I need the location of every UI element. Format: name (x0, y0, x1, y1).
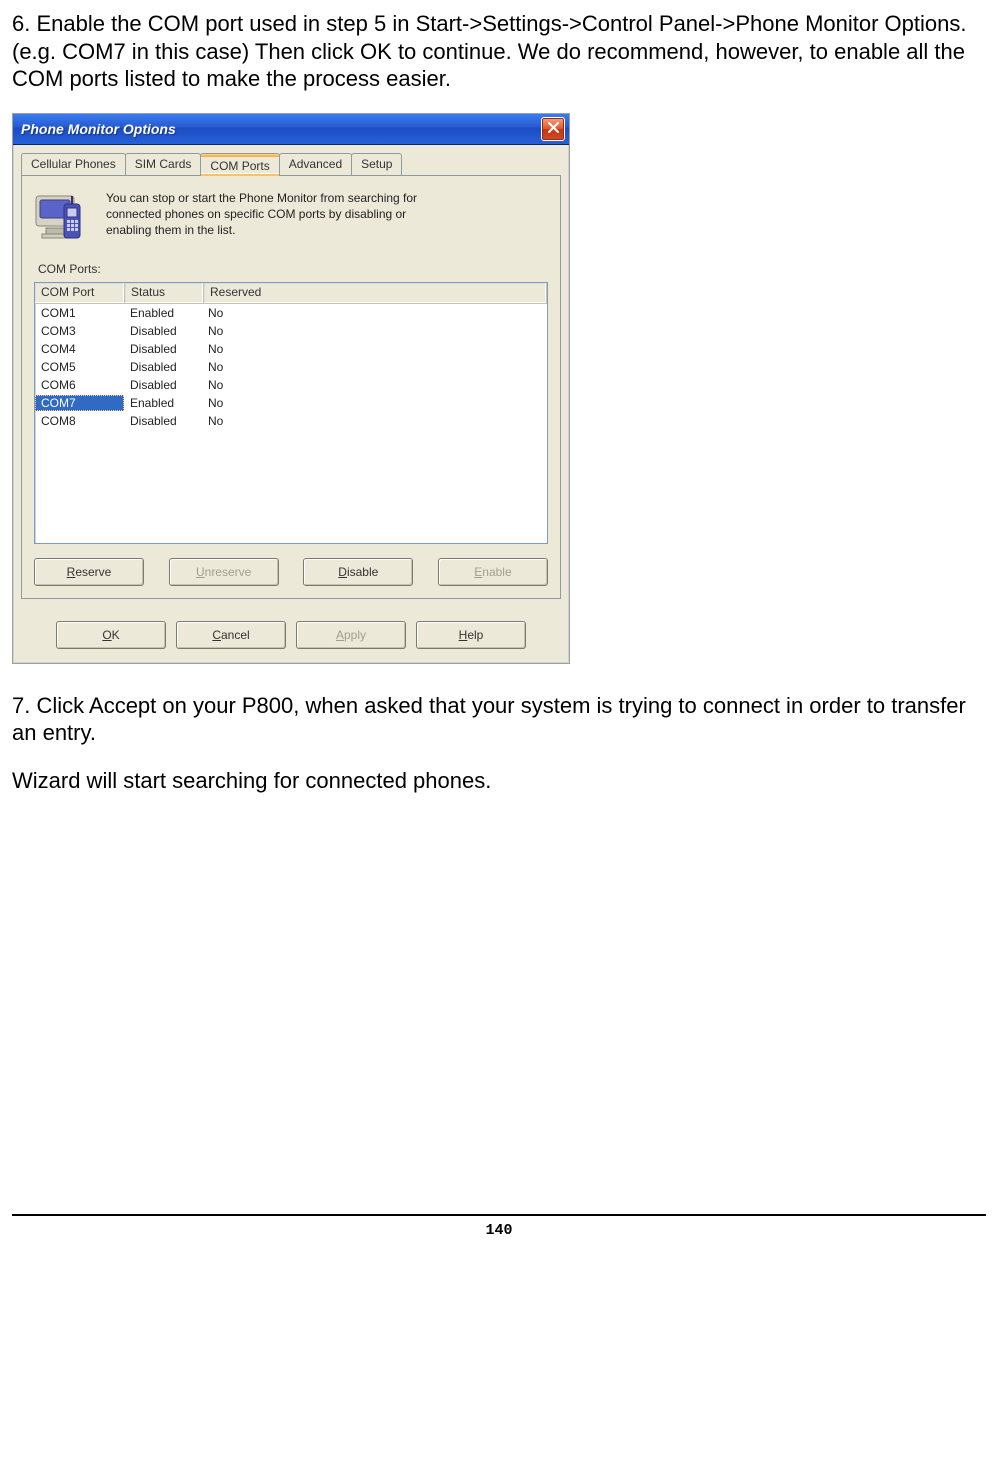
dialog-title: Phone Monitor Options (21, 121, 176, 137)
tab-sim-cards[interactable]: SIM Cards (125, 153, 202, 175)
table-row[interactable]: COM3DisabledNo (35, 322, 547, 340)
cell-port: COM3 (35, 324, 124, 338)
cell-status: Enabled (124, 306, 202, 320)
cell-status: Disabled (124, 378, 202, 392)
dialog-titlebar: Phone Monitor Options (13, 114, 569, 145)
dialog-bottom-buttons: OK Cancel Apply Help (13, 607, 569, 663)
cell-reserved: No (202, 306, 547, 320)
ok-button[interactable]: OK (56, 621, 166, 649)
column-header-status[interactable]: Status (125, 283, 204, 303)
cancel-button[interactable]: Cancel (176, 621, 286, 649)
paragraph-step-7: 7. Click Accept on your P800, when asked… (12, 692, 986, 747)
table-row[interactable]: COM8DisabledNo (35, 412, 547, 430)
cell-reserved: No (202, 396, 547, 410)
table-row[interactable]: COM1EnabledNo (35, 304, 547, 322)
cell-status: Disabled (124, 342, 202, 356)
unreserve-button: Unreserve (169, 558, 279, 586)
com-ports-listview[interactable]: COM Port Status Reserved COM1EnabledNoCO… (34, 282, 548, 544)
cell-status: Disabled (124, 360, 202, 374)
cell-reserved: No (202, 378, 547, 392)
cell-port: COM7 (35, 395, 124, 411)
cell-reserved: No (202, 414, 547, 428)
com-ports-tabpanel: You can stop or start the Phone Monitor … (21, 175, 561, 599)
listview-body: COM1EnabledNoCOM3DisabledNoCOM4DisabledN… (35, 304, 547, 430)
tab-advanced[interactable]: Advanced (279, 153, 352, 175)
cell-status: Enabled (124, 396, 202, 410)
table-row[interactable]: COM4DisabledNo (35, 340, 547, 358)
dialog-tabs: Cellular PhonesSIM CardsCOM PortsAdvance… (13, 145, 569, 175)
cell-port: COM5 (35, 360, 124, 374)
cell-port: COM4 (35, 342, 124, 356)
column-header-reserved[interactable]: Reserved (204, 283, 547, 303)
paragraph-step-6: 6. Enable the COM port used in step 5 in… (12, 10, 986, 93)
port-action-buttons: Reserve Unreserve Disable Enable (34, 558, 548, 586)
tab-intro-text: You can stop or start the Phone Monitor … (106, 190, 436, 239)
tab-com-ports[interactable]: COM Ports (200, 153, 279, 176)
paragraph-wizard: Wizard will start searching for connecte… (12, 767, 986, 795)
cell-port: COM1 (35, 306, 124, 320)
cell-port: COM6 (35, 378, 124, 392)
cell-status: Disabled (124, 414, 202, 428)
page-number: 140 (12, 1222, 986, 1239)
listview-header[interactable]: COM Port Status Reserved (35, 283, 547, 304)
close-button[interactable] (541, 117, 565, 141)
column-header-comport[interactable]: COM Port (35, 283, 125, 303)
com-ports-label: COM Ports: (38, 262, 548, 276)
tab-setup[interactable]: Setup (351, 153, 402, 175)
table-row[interactable]: COM7EnabledNo (35, 394, 547, 412)
reserve-button[interactable]: Reserve (34, 558, 144, 586)
table-row[interactable]: COM5DisabledNo (35, 358, 547, 376)
cell-status: Disabled (124, 324, 202, 338)
phone-monitor-icon (34, 190, 90, 244)
cell-reserved: No (202, 342, 547, 356)
apply-button: Apply (296, 621, 406, 649)
phone-monitor-options-dialog: Phone Monitor Options Cellular PhonesSIM… (12, 113, 570, 664)
disable-button[interactable]: Disable (303, 558, 413, 586)
close-icon (548, 122, 559, 136)
table-row[interactable]: COM6DisabledNo (35, 376, 547, 394)
footer-rule (12, 1214, 986, 1216)
tab-cellular-phones[interactable]: Cellular Phones (21, 153, 126, 175)
cell-reserved: No (202, 324, 547, 338)
enable-button: Enable (438, 558, 548, 586)
cell-port: COM8 (35, 414, 124, 428)
cell-reserved: No (202, 360, 547, 374)
help-button[interactable]: Help (416, 621, 526, 649)
